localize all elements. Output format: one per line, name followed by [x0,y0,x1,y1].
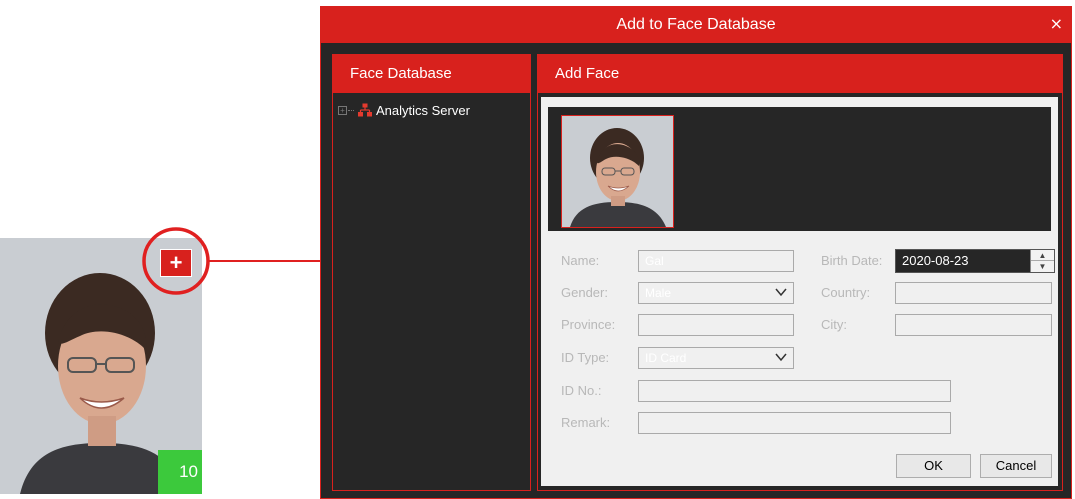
id-no-label: ID No.: [561,383,602,398]
tree-item-label: Analytics Server [376,102,470,118]
province-label: Province: [561,317,616,332]
gender-value: Male [645,286,672,300]
add-face-panel: Add Face Name: Gal Birth Date: 2020-08-2… [537,54,1063,491]
date-spinner[interactable]: ▲ ▼ [1030,250,1054,272]
chevron-down-icon [775,353,787,362]
match-score-badge: 10 [158,450,202,494]
face-image-strip [548,107,1051,231]
ok-button[interactable]: OK [896,454,971,478]
id-type-label: ID Type: [561,350,610,365]
tree-connector [348,109,354,111]
birth-date-field[interactable]: 2020-08-23 ▲ ▼ [895,249,1055,273]
remark-label: Remark: [561,415,611,430]
id-type-select[interactable]: ID Card [638,347,794,369]
person-photo [562,116,673,227]
cancel-button[interactable]: Cancel [980,454,1052,478]
spin-up-icon[interactable]: ▲ [1031,250,1054,261]
add-face-button[interactable]: + [160,249,192,277]
country-label: Country: [821,285,871,300]
add-face-header: Add Face [538,55,1062,93]
face-database-header: Face Database [333,55,530,93]
province-field[interactable] [638,314,794,336]
server-network-icon [358,103,372,117]
city-field[interactable] [895,314,1052,336]
chevron-down-icon [775,288,787,297]
city-label: City: [821,317,847,332]
name-label: Name: [561,253,600,268]
face-thumbnail[interactable] [561,115,674,228]
gender-label: Gender: [561,285,608,300]
birth-date-label: Birth Date: [821,253,883,268]
gender-select[interactable]: Male [638,282,794,304]
add-to-face-database-dialog: Add to Face Database × Face Database + A… [320,6,1072,499]
dialog-title: Add to Face Database [321,7,1071,43]
country-field[interactable] [895,282,1052,304]
name-field[interactable]: Gal [638,250,794,272]
face-database-panel: Face Database + Analytics Server [332,54,531,491]
tree-item-analytics-server[interactable]: + Analytics Server [338,101,470,119]
birth-date-value: 2020-08-23 [902,253,969,268]
id-type-value: ID Card [645,351,687,365]
close-icon[interactable]: × [1050,7,1063,43]
add-face-form: Name: Gal Birth Date: 2020-08-23 ▲ ▼ Gen… [541,97,1058,486]
spin-down-icon[interactable]: ▼ [1031,261,1054,272]
expand-icon[interactable]: + [338,105,347,115]
id-no-field[interactable] [638,380,951,402]
remark-field[interactable] [638,412,951,434]
